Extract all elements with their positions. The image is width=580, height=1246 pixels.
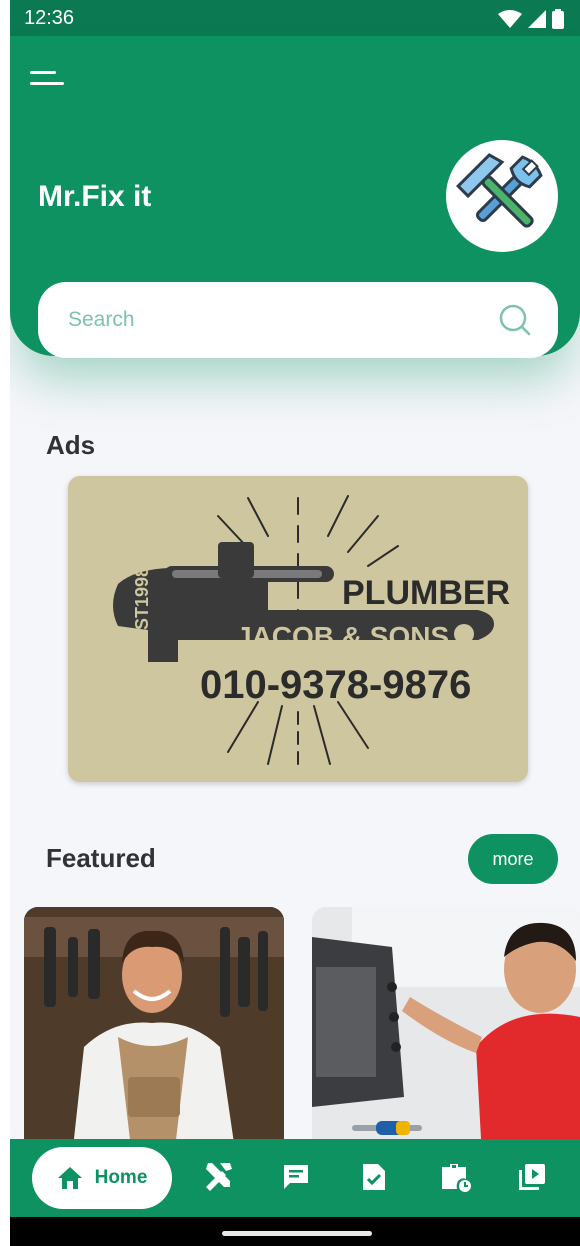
ad-banner-art: EST1998 PLUMBER JACOB & SONS 010-9378-98… [113, 489, 510, 773]
ads-title-text: Ads [46, 430, 96, 460]
app-header: Mr.Fix it [10, 36, 580, 358]
app-screen: 12:36 Mr.Fix it Search Ads EST1998 PLUMB… [10, 0, 580, 1246]
app-logo [446, 140, 558, 252]
nav-jobs-button[interactable] [438, 1159, 474, 1195]
battery-icon [552, 9, 564, 29]
nav-videos-button[interactable] [514, 1159, 550, 1195]
ad-heading-text: PLUMBER [342, 574, 510, 612]
tools-icon [206, 1163, 232, 1191]
nav-home-button[interactable]: Home [32, 1147, 172, 1209]
tools-logo-icon [456, 153, 543, 228]
featured-worker-image [24, 907, 284, 1157]
app-title: Mr.Fix it [38, 180, 152, 213]
status-time: 12:36 [24, 7, 75, 29]
ad-company-text: JACOB & SONS [236, 621, 449, 652]
nav-messages-button[interactable] [278, 1159, 314, 1195]
menu-icon[interactable] [30, 66, 74, 96]
work-schedule-icon [442, 1164, 471, 1192]
home-indicator[interactable] [222, 1231, 372, 1236]
bottom-navigation: Home [10, 1139, 580, 1217]
featured-section-title: Featured [40, 843, 156, 880]
signal-icon [528, 10, 546, 28]
status-icons [498, 9, 564, 29]
search-icon[interactable] [498, 303, 532, 337]
status-bar: 12:36 [10, 0, 580, 36]
featured-title-text: Featured [46, 843, 156, 873]
home-icon [57, 1167, 82, 1189]
task-check-icon [363, 1164, 385, 1190]
more-button[interactable]: more [468, 834, 558, 884]
ad-phone-text: 010-9378-9876 [200, 663, 471, 707]
search-bar[interactable] [38, 282, 558, 358]
ads-section-title: Ads [40, 430, 96, 467]
wifi-icon [498, 10, 522, 28]
featured-repair-image [312, 907, 580, 1157]
video-library-icon [519, 1164, 545, 1190]
chat-icon [284, 1165, 308, 1189]
system-navigation-bar [10, 1217, 580, 1246]
ad-established-text: EST1998 [132, 567, 152, 642]
search-input[interactable] [66, 307, 498, 333]
ad-banner[interactable]: EST1998 PLUMBER JACOB & SONS 010-9378-98… [68, 476, 528, 782]
nav-home-label: Home [94, 1167, 148, 1188]
featured-card[interactable] [312, 907, 580, 1157]
nav-services-button[interactable] [200, 1159, 236, 1195]
featured-card[interactable] [24, 907, 284, 1157]
nav-tasks-button[interactable] [356, 1159, 392, 1195]
